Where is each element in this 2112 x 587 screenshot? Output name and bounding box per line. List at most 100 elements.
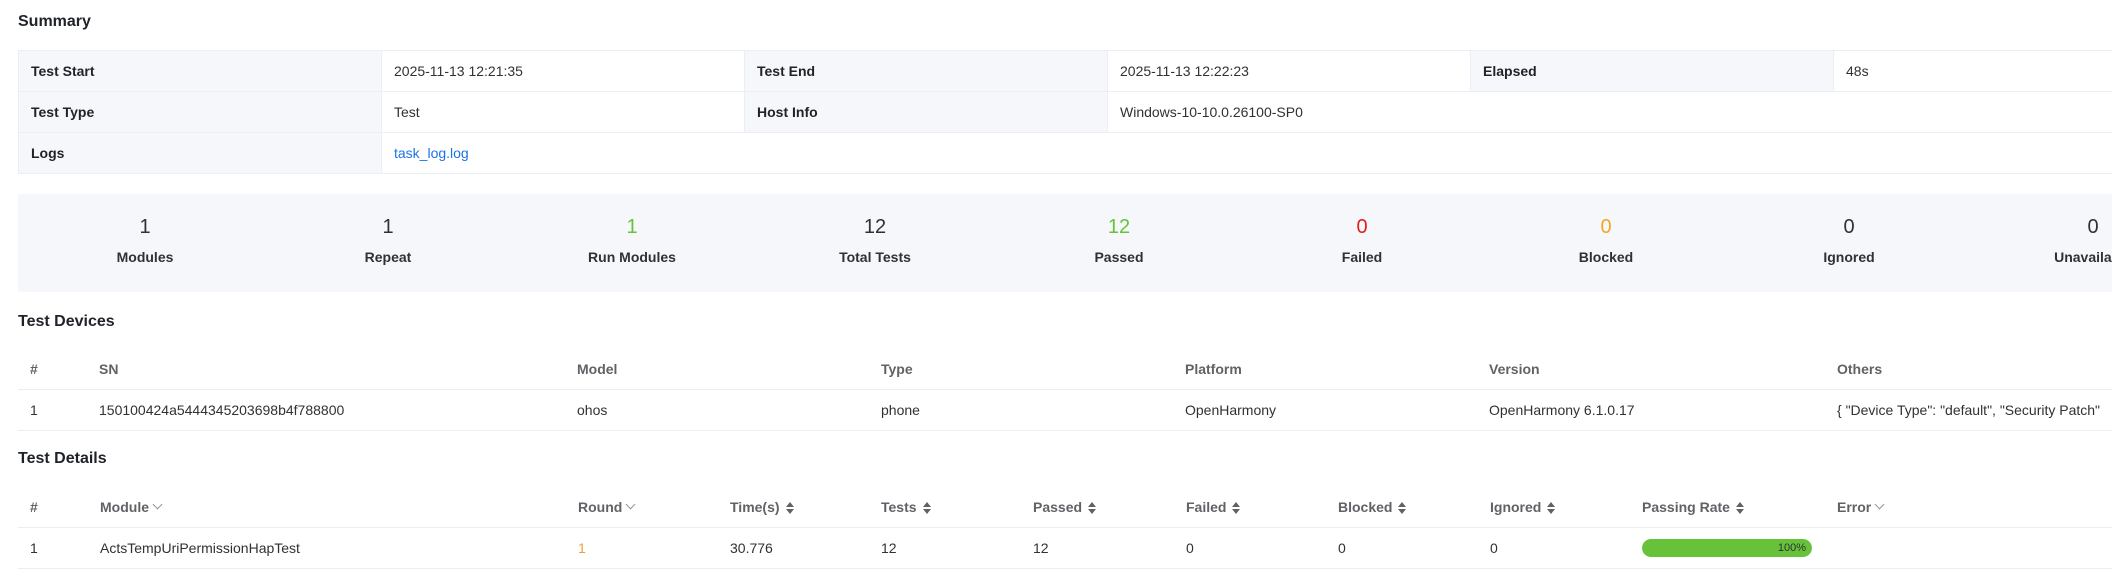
stat-label: Repeat [364, 249, 412, 265]
device-others: { "Device Type": "default", "Security Pa… [1837, 402, 2101, 418]
sort-icon [1088, 502, 1097, 515]
elapsed-value: 48s [1833, 50, 2112, 92]
col-type: Type [881, 361, 913, 377]
stat-modules: 1 Modules [70, 194, 220, 292]
col-time[interactable]: Time(s) [730, 487, 794, 527]
summary-key: Host Info [744, 91, 1108, 133]
stat-label: Blocked [1578, 249, 1634, 265]
details-table: # Module Round Time(s) Tests Passed Fail… [18, 487, 2112, 569]
stat-passed: 12 Passed [1044, 194, 1194, 292]
task-log-link[interactable]: task_log.log [394, 145, 469, 161]
sort-icon [785, 502, 794, 515]
stat-unavailable: 0 Unavailable [2018, 194, 2112, 292]
passing-rate-bar: 100% [1642, 539, 1812, 557]
col-sn: SN [99, 361, 119, 377]
stat-total-tests: 12 Total Tests [800, 194, 950, 292]
stats-panel: 1 Modules 1 Repeat 1 Run Modules 12 Tota… [18, 194, 2112, 292]
module-link[interactable]: ActsTempUriPermissionHapTest [100, 528, 300, 568]
stat-label: Failed [1341, 249, 1383, 265]
device-version: OpenHarmony 6.1.0.17 [1489, 402, 1635, 418]
logs-value: task_log.log [381, 132, 2112, 174]
col-ignored-label: Ignored [1490, 499, 1542, 515]
stat-value: 12 [1107, 216, 1131, 238]
device-platform: OpenHarmony [1185, 402, 1277, 418]
devices-header-row: # SN Model Type Platform Version Others [18, 349, 2112, 390]
device-type: phone [881, 402, 920, 418]
summary-key: Logs [18, 132, 382, 174]
col-platform: Platform [1185, 361, 1242, 377]
details-header-row: # Module Round Time(s) Tests Passed Fail… [18, 487, 2112, 528]
chevron-down-icon [625, 499, 636, 510]
col-error[interactable]: Error [1837, 487, 1885, 527]
devices-table: # SN Model Type Platform Version Others … [18, 349, 2112, 431]
stat-label: Passed [1094, 249, 1144, 265]
col-blocked-label: Blocked [1338, 499, 1393, 515]
device-index: 1 [30, 402, 38, 418]
stat-value: 0 [2087, 216, 2099, 238]
stat-run-modules: 1 Run Modules [557, 194, 707, 292]
col-version: Version [1489, 361, 1540, 377]
col-passing-rate[interactable]: Passing Rate [1642, 487, 1744, 527]
summary-key: Elapsed [1470, 50, 1834, 92]
stat-value: 1 [626, 216, 638, 238]
col-passed[interactable]: Passed [1033, 487, 1097, 527]
stat-value: 12 [863, 216, 887, 238]
col-round[interactable]: Round [578, 487, 636, 527]
summary-row: Test Start 2025-11-13 12:21:35 Test End … [18, 50, 2112, 92]
col-passing-rate-label: Passing Rate [1642, 499, 1730, 515]
device-sn: 150100424a5444345203698b4f788800 [99, 402, 345, 418]
test-end-value: 2025-11-13 12:22:23 [1107, 50, 1471, 92]
test-type-value: Test [381, 91, 745, 133]
host-info-value: Windows-10-10.0.26100-SP0 [1107, 91, 2112, 133]
col-passed-label: Passed [1033, 499, 1083, 515]
col-index: # [30, 499, 38, 515]
test-details-title: Test Details [18, 450, 107, 467]
col-tests[interactable]: Tests [881, 487, 931, 527]
summary-key: Test Start [18, 50, 382, 92]
table-row: 1 150100424a5444345203698b4f788800 ohos … [18, 390, 2112, 431]
col-model: Model [577, 361, 618, 377]
chevron-down-icon [1874, 499, 1885, 510]
detail-blocked: 0 [1338, 540, 1346, 556]
stat-label: Ignored [1823, 249, 1875, 265]
col-failed-label: Failed [1186, 499, 1227, 515]
summary-title: Summary [18, 13, 91, 30]
stat-ignored: 0 Ignored [1774, 194, 1924, 292]
stat-repeat: 1 Repeat [313, 194, 463, 292]
summary-key: Test End [744, 50, 1108, 92]
stat-label: Unavailable [2054, 249, 2112, 265]
detail-tests: 12 [881, 540, 897, 556]
col-others: Others [1837, 361, 1883, 377]
stat-label: Total Tests [839, 249, 911, 265]
summary-key: Test Type [18, 91, 382, 133]
test-start-value: 2025-11-13 12:21:35 [381, 50, 745, 92]
summary-table: Test Start 2025-11-13 12:21:35 Test End … [18, 50, 2112, 174]
table-row: 1 ActsTempUriPermissionHapTest 1 30.776 … [18, 528, 2112, 569]
stat-failed: 0 Failed [1287, 194, 1437, 292]
col-ignored[interactable]: Ignored [1490, 487, 1556, 527]
stat-value: 0 [1356, 216, 1368, 238]
col-time-label: Time(s) [730, 499, 780, 515]
sort-icon [1232, 502, 1241, 515]
stat-value: 1 [139, 216, 151, 238]
col-tests-label: Tests [881, 499, 917, 515]
device-model: ohos [577, 402, 608, 418]
col-blocked[interactable]: Blocked [1338, 487, 1407, 527]
col-module[interactable]: Module [100, 487, 163, 527]
summary-row: Test Type Test Host Info Windows-10-10.0… [18, 91, 2112, 133]
stat-value: 0 [1600, 216, 1612, 238]
stat-label: Modules [116, 249, 174, 265]
sort-icon [1547, 502, 1556, 515]
col-round-label: Round [578, 499, 623, 515]
col-failed[interactable]: Failed [1186, 487, 1241, 527]
stat-value: 1 [382, 216, 394, 238]
sort-icon [1735, 502, 1744, 515]
test-devices-title: Test Devices [18, 313, 115, 330]
stat-blocked: 0 Blocked [1531, 194, 1681, 292]
sort-icon [1398, 502, 1407, 515]
detail-passed: 12 [1033, 540, 1049, 556]
detail-failed: 0 [1186, 540, 1194, 556]
col-error-label: Error [1837, 499, 1872, 515]
summary-row: Logs task_log.log [18, 132, 2112, 174]
stat-label: Run Modules [588, 249, 676, 265]
